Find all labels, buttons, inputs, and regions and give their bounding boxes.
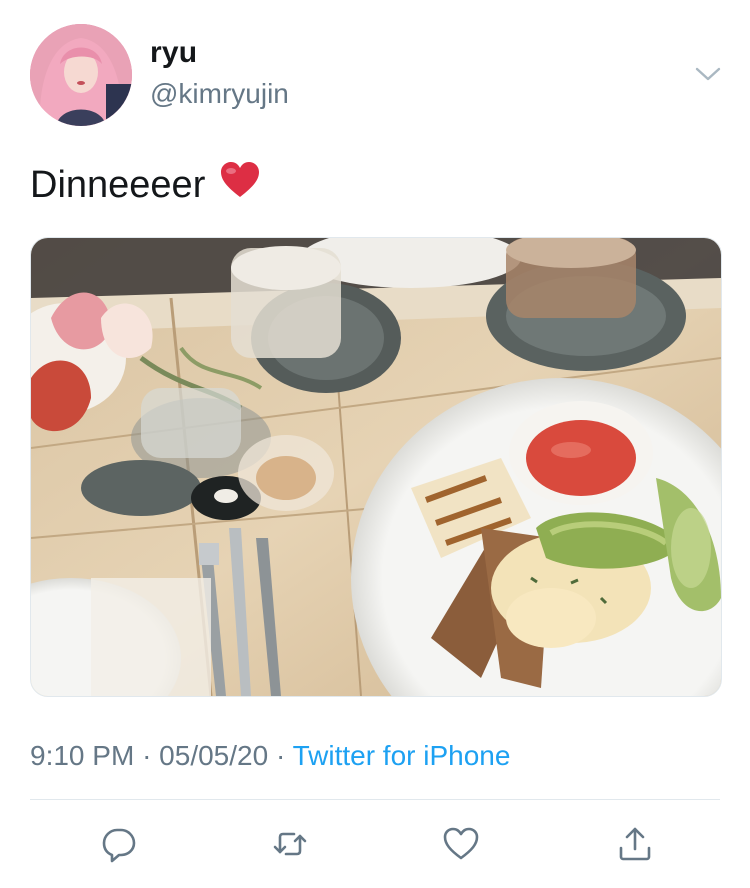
tweet-text: Dinneeeer [30,160,261,210]
tweet-meta: 9:10 PM · 05/05/20 · Twitter for iPhone [30,740,510,772]
share-button[interactable] [613,822,657,866]
meta-separator: · [142,740,152,771]
like-icon [443,827,479,860]
tweet-text-content: Dinneeeer [30,163,206,206]
tweet-photo[interactable] [30,237,722,697]
divider [30,799,720,800]
user-handle[interactable]: @kimryujin [150,78,289,110]
display-name[interactable]: ryu [150,36,197,70]
tweet-source-link[interactable]: Twitter for iPhone [293,740,511,771]
meta-separator: · [275,740,286,771]
like-button[interactable] [439,822,483,866]
tweet-date[interactable]: 05/05/20 [159,740,268,771]
share-icon [619,827,651,861]
retweet-icon [273,832,307,856]
tweet-time[interactable]: 9:10 PM [30,740,134,771]
heart-emoji [219,160,261,210]
chevron-down-icon[interactable] [694,64,722,84]
reply-button[interactable] [97,822,141,866]
avatar[interactable] [30,24,132,126]
tweet-detail: ryu @kimryujin Dinneeeer 9:10 PM · 05/05… [0,0,750,888]
retweet-button[interactable] [268,822,312,866]
reply-icon [102,828,136,863]
